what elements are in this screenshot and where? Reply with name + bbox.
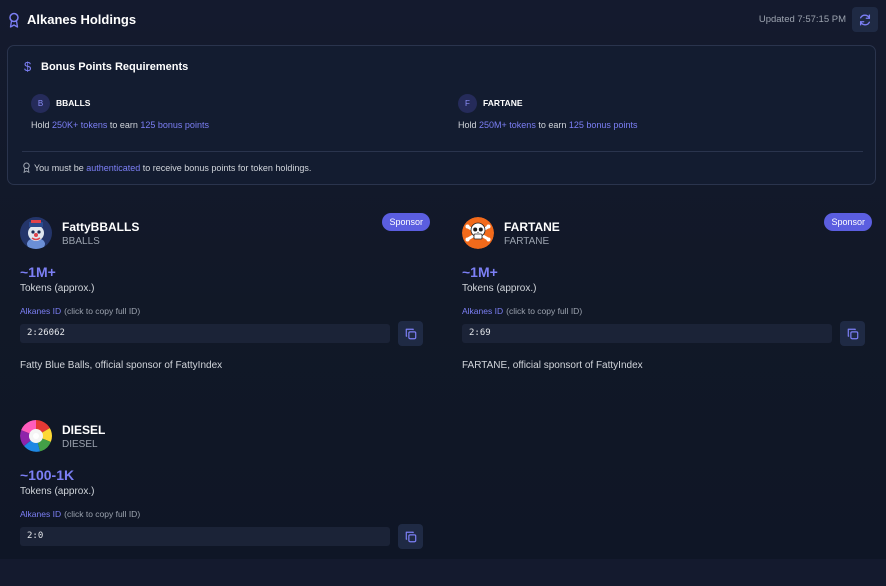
requirement-token-name: BBALLS <box>56 98 91 108</box>
copy-icon <box>847 328 858 339</box>
requirement-token-name: FARTANE <box>483 98 523 108</box>
token-symbol: DIESEL <box>62 439 98 450</box>
sponsor-badge: Sponsor <box>824 213 872 231</box>
alkanes-id-field[interactable]: 2:26062 <box>20 324 390 343</box>
token-description: FARTANE, official sponsort of FattyIndex <box>462 360 643 371</box>
sponsor-badge: Sponsor <box>382 213 430 231</box>
requirement-description: Hold 250M+ tokens to earn 125 bonus poin… <box>458 120 638 130</box>
rainbow-orb-avatar <box>20 420 52 452</box>
token-symbol: FARTANE <box>504 236 550 247</box>
token-name: DIESEL <box>62 423 106 437</box>
token-letter-badge: B <box>31 94 50 113</box>
bonus-title: Bonus Points Requirements <box>41 61 189 73</box>
requirement-description: Hold 250K+ tokens to earn 125 bonus poin… <box>31 120 209 130</box>
alkanes-id-value: 2:26062 <box>27 328 65 338</box>
alkanes-id-field[interactable]: 2:0 <box>20 527 390 546</box>
updated-timestamp: Updated 7:57:15 PM <box>758 14 846 25</box>
divider <box>22 151 863 152</box>
token-name: FattyBBALLS <box>62 220 140 234</box>
copy-icon <box>405 328 416 339</box>
copy-button[interactable] <box>398 321 423 346</box>
token-card-diesel: DIESEL DIESEL ~100-1K Tokens (approx.) A… <box>20 416 430 586</box>
award-small-icon <box>23 162 30 173</box>
token-amount-label: Tokens (approx.) <box>462 283 537 294</box>
token-amount: ~1M+ <box>462 264 498 280</box>
token-letter-badge: F <box>458 94 477 113</box>
alkanes-id-label: Alkanes ID (click to copy full ID) <box>462 306 583 316</box>
token-description: Fatty Blue Balls, official sponsor of Fa… <box>20 360 223 371</box>
copy-button[interactable] <box>398 524 423 549</box>
refresh-icon <box>859 14 871 25</box>
award-icon <box>9 12 19 28</box>
token-card-fattybballs: FattyBBALLS BBALLS Sponsor ~1M+ Tokens (… <box>20 213 430 383</box>
token-amount-label: Tokens (approx.) <box>20 486 95 497</box>
alkanes-id-value: 2:69 <box>469 328 491 338</box>
clown-avatar <box>20 217 52 249</box>
token-name: FARTANE <box>504 220 560 234</box>
token-symbol: BBALLS <box>62 236 100 247</box>
auth-note: You must be authenticated to receive bon… <box>22 162 311 173</box>
dollar-icon: $ <box>24 59 32 74</box>
token-amount-label: Tokens (approx.) <box>20 283 95 294</box>
alkanes-id-label: Alkanes ID (click to copy full ID) <box>20 306 141 316</box>
bonus-requirements-panel: $ Bonus Points Requirements B BBALLS Hol… <box>7 45 876 185</box>
authenticated-link[interactable]: authenticated <box>86 163 140 173</box>
token-card-fartane: FARTANE FARTANE Sponsor ~1M+ Tokens (app… <box>462 213 872 383</box>
alkanes-id-value: 2:0 <box>27 531 44 541</box>
alkanes-id-label: Alkanes ID (click to copy full ID) <box>20 509 141 519</box>
refresh-button[interactable] <box>852 7 878 32</box>
alkanes-id-field[interactable]: 2:69 <box>462 324 832 343</box>
header: Alkanes Holdings Updated 7:57:15 PM <box>0 0 886 40</box>
skull-crossbones-avatar <box>462 217 494 249</box>
page-title: Alkanes Holdings <box>27 12 137 27</box>
token-amount: ~1M+ <box>20 264 56 280</box>
token-amount: ~100-1K <box>20 467 75 483</box>
copy-icon <box>405 531 416 542</box>
copy-button[interactable] <box>840 321 865 346</box>
